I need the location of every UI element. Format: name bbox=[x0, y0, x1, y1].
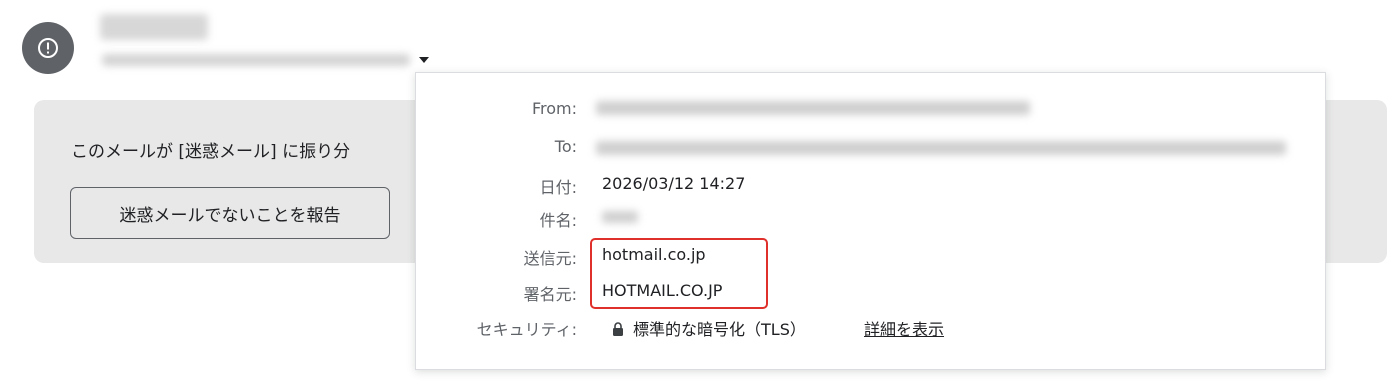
security-label: セキュリティ: bbox=[476, 320, 577, 339]
sender-name-redacted bbox=[100, 14, 208, 40]
report-not-spam-button[interactable]: 迷惑メールでないことを報告 bbox=[70, 187, 390, 239]
from-label: From: bbox=[531, 99, 577, 118]
subject-value-redacted bbox=[602, 211, 638, 223]
subject-label: 件名: bbox=[539, 211, 577, 230]
lock-icon bbox=[613, 322, 623, 336]
date-label: 日付: bbox=[539, 178, 577, 197]
show-security-details-link[interactable]: 詳細を表示 bbox=[864, 316, 944, 340]
sender-avatar bbox=[22, 22, 74, 74]
sender-recipients-redacted bbox=[102, 54, 410, 66]
security-value: 標準的な暗号化（TLS） bbox=[633, 320, 806, 339]
signed-by-value: HOTMAIL.CO.JP bbox=[602, 281, 723, 300]
caret-down-icon bbox=[419, 57, 429, 63]
mailed-by-value: hotmail.co.jp bbox=[602, 245, 706, 264]
spam-warning-message: このメールが [迷惑メール] に振り分 bbox=[71, 142, 351, 162]
alert-circle-icon bbox=[38, 38, 58, 58]
show-details-button[interactable] bbox=[416, 52, 432, 68]
from-value-redacted bbox=[596, 101, 1030, 115]
date-value: 2026/03/12 14:27 bbox=[602, 174, 746, 193]
email-header-view: このメールが [迷惑メール] に振り分 迷惑メールでないことを報告 From: … bbox=[0, 0, 1387, 382]
to-value-redacted bbox=[596, 141, 1286, 155]
to-label: To: bbox=[554, 137, 577, 156]
message-details-popup: From: To: 日付: 2026/03/12 14:27 件名: 送信元: … bbox=[415, 72, 1326, 370]
mailed-by-label: 送信元: bbox=[523, 249, 577, 268]
signed-by-label: 署名元: bbox=[523, 285, 577, 304]
